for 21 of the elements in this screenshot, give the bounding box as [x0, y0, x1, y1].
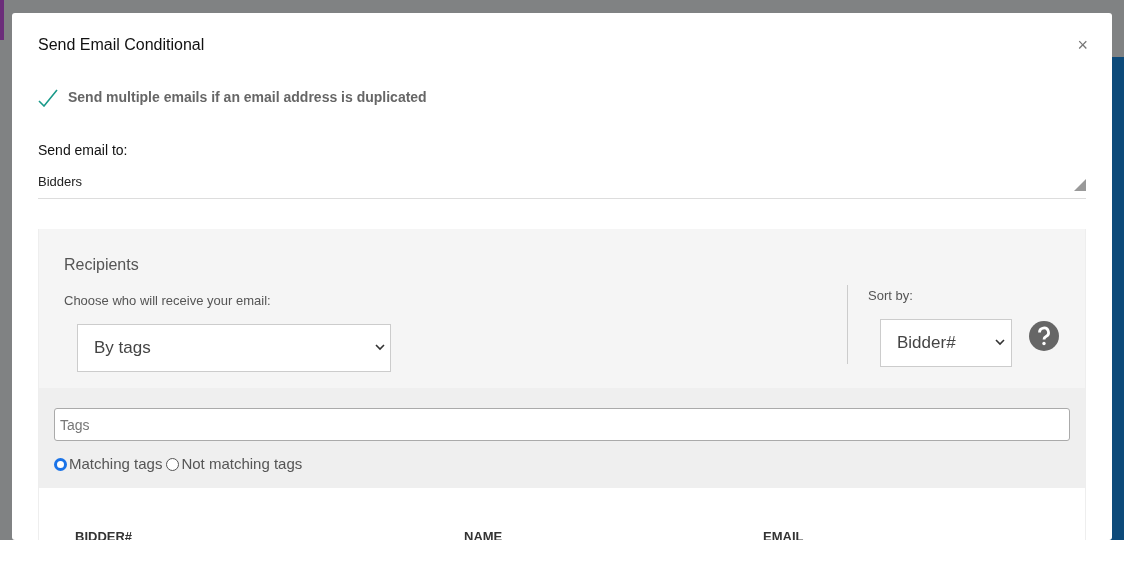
- sort-label: Sort by:: [868, 287, 913, 305]
- recipients-heading: Recipients: [64, 255, 139, 275]
- send-to-select[interactable]: Bidders: [38, 169, 1086, 199]
- checkbox-label: Send multiple emails if an email address is duplicated: [68, 88, 427, 107]
- sidebar-marker: [0, 0, 4, 40]
- duplicate-checkbox[interactable]: [38, 87, 58, 108]
- recipients-select[interactable]: By tags: [77, 323, 391, 372]
- radio-label: Not matching tags: [181, 454, 303, 474]
- chevron-down-icon: [375, 344, 385, 351]
- chevron-down-icon: [995, 339, 1005, 346]
- radio-button[interactable]: [54, 457, 67, 471]
- field-label: Send email to:: [38, 141, 128, 160]
- help-icon[interactable]: [1029, 321, 1059, 351]
- sort-select[interactable]: Bidder#: [880, 318, 1012, 367]
- radio-button[interactable]: [166, 457, 180, 471]
- choose-label: Choose who will receive your email:: [64, 292, 271, 310]
- radio-label: Matching tags: [69, 454, 163, 474]
- close-button[interactable]: ×: [1077, 36, 1088, 54]
- resize-handle-icon: [1074, 179, 1086, 191]
- tags-field[interactable]: Tags: [54, 408, 1070, 441]
- dialog-title: Send Email Conditional: [38, 35, 205, 55]
